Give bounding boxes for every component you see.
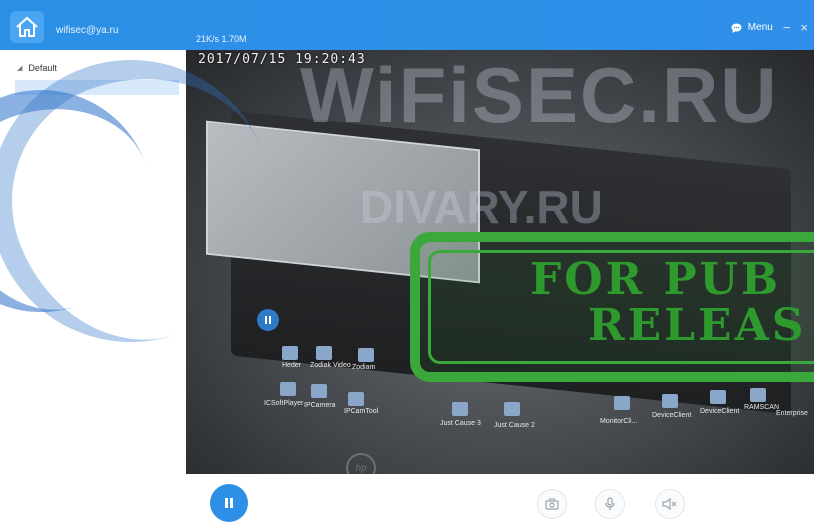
tree-group-label: Default xyxy=(28,63,57,73)
desktop-label: DeviceClient xyxy=(700,408,740,415)
menu-button[interactable]: Menu xyxy=(731,22,773,33)
desktop-label: IPCamTool xyxy=(344,408,379,415)
desktop-label: MonitorCli... xyxy=(600,418,638,425)
pause-icon xyxy=(265,316,271,324)
site-watermark: WiFiSEC.RU xyxy=(300,51,779,139)
home-icon xyxy=(16,16,38,37)
desktop-icon xyxy=(348,392,364,406)
mute-button[interactable] xyxy=(655,489,685,519)
desktop-label: IPCamera xyxy=(304,402,336,409)
desktop-icon xyxy=(504,402,520,416)
snapshot-button[interactable] xyxy=(537,489,567,519)
desktop-label: Just Cause 2 xyxy=(494,422,535,429)
home-button[interactable] xyxy=(10,11,44,43)
desktop-label: Enterprise xyxy=(776,410,808,417)
stamp-text-line2: RELEAS xyxy=(588,300,807,351)
desktop-label: Zodiak Video xyxy=(310,362,351,369)
desktop-label: RAMSCAN xyxy=(744,404,780,411)
pause-icon xyxy=(225,498,233,508)
menu-label: Menu xyxy=(747,22,773,33)
secondary-watermark: DIVARY.RU xyxy=(360,181,603,233)
desktop-label: Just Cause 3 xyxy=(440,420,481,427)
desktop-label: DeviceClient xyxy=(652,412,692,419)
desktop-icon xyxy=(316,346,332,360)
speaker-mute-icon xyxy=(662,498,677,510)
desktop-icon xyxy=(710,390,726,404)
microphone-icon xyxy=(605,497,615,510)
tree-group-default[interactable]: ◢ Default xyxy=(17,63,57,73)
playback-controls xyxy=(186,474,814,525)
desktop-icon xyxy=(311,384,327,398)
bitrate-readout: 21K/s 1.70M xyxy=(196,34,247,44)
window-controls: Menu − × xyxy=(731,21,808,34)
minimize-button[interactable]: − xyxy=(783,21,791,34)
desktop-label: Zodiam xyxy=(352,364,376,371)
microphone-button[interactable] xyxy=(595,489,625,519)
chat-bubble-icon xyxy=(731,23,742,33)
title-bar: wifisec@ya.ru 21K/s 1.70M Menu − × xyxy=(0,0,814,50)
desktop-icon xyxy=(280,382,296,396)
desktop-label: Heder xyxy=(282,362,302,369)
desktop-icon xyxy=(750,388,766,402)
pause-button[interactable] xyxy=(210,484,248,522)
desktop-label: ICSoftPlayer xyxy=(264,400,304,407)
desktop-icon xyxy=(282,346,298,360)
expand-arrow-icon[interactable]: ◢ xyxy=(17,64,22,72)
desktop-icon xyxy=(452,402,468,416)
desktop-icon xyxy=(358,348,374,362)
stamp-text-line1: FOR PUB xyxy=(530,254,782,305)
camera-icon xyxy=(545,498,559,510)
video-overlay-pause-button[interactable] xyxy=(257,309,279,331)
desktop-icon xyxy=(662,394,678,408)
user-email: wifisec@ya.ru xyxy=(56,25,119,36)
close-button[interactable]: × xyxy=(800,21,808,34)
release-stamp-watermark: FOR PUB RELEAS xyxy=(410,232,814,382)
desktop-icon xyxy=(614,396,630,410)
